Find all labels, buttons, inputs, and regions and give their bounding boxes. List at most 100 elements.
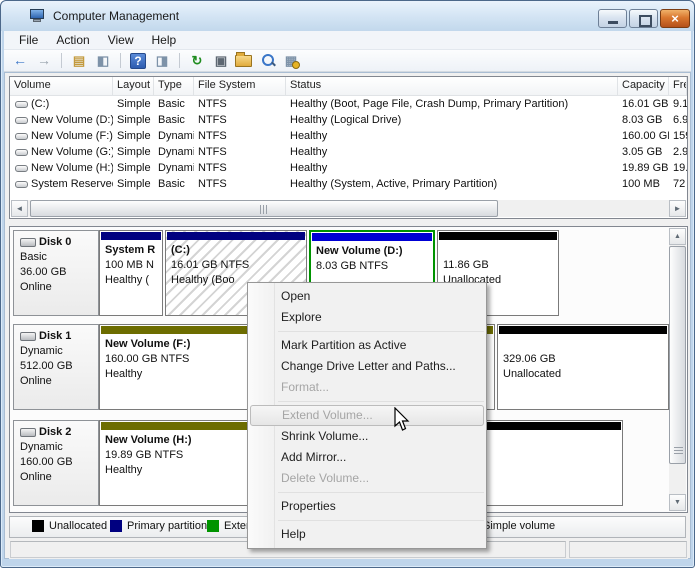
volume-row-f[interactable]: New Volume (F:) Simple Dynamic NTFS Heal… <box>10 128 687 144</box>
volume-type: Dynamic <box>154 162 194 174</box>
unallocated-bar <box>499 326 667 334</box>
vertical-scrollbar[interactable]: ▲ ▼ <box>669 228 686 511</box>
volume-free: 9.19 <box>669 98 687 110</box>
scroll-down-icon[interactable]: ▼ <box>669 494 686 511</box>
unallocated-bar <box>439 232 557 240</box>
volume-capacity: 3.05 GB <box>618 146 669 158</box>
menu-item-add-mirror[interactable]: Add Mirror... <box>248 447 486 468</box>
minimize-button[interactable] <box>598 9 627 28</box>
vertical-scrollbar-thumb[interactable] <box>669 246 686 464</box>
column-header-type[interactable]: Type <box>154 77 194 95</box>
menu-item-extend-volume[interactable]: Extend Volume... <box>250 405 484 426</box>
menu-item-explore[interactable]: Explore <box>248 307 486 328</box>
volume-status: Healthy (Logical Drive) <box>286 114 618 126</box>
volume-fs: NTFS <box>194 178 286 190</box>
volume-free: 19.78 <box>669 162 687 174</box>
partition-system-reserved[interactable]: System R100 MB NHealthy ( <box>99 230 163 316</box>
menu-item-open[interactable]: Open <box>248 286 486 307</box>
column-header-volume[interactable]: Volume <box>10 77 113 95</box>
column-header-layout[interactable]: Layout <box>113 77 154 95</box>
volume-type: Basic <box>154 178 194 190</box>
menu-item-properties[interactable]: Properties <box>248 496 486 517</box>
close-button[interactable]: × <box>660 9 690 28</box>
column-header-free[interactable]: Free <box>669 77 687 95</box>
scroll-right-icon[interactable]: ► <box>669 200 686 217</box>
volume-icon <box>15 101 28 108</box>
menu-item-shrink-volume[interactable]: Shrink Volume... <box>248 426 486 447</box>
menu-help[interactable]: Help <box>143 31 186 49</box>
forward-icon[interactable]: → <box>34 52 54 70</box>
column-header-capacity[interactable]: Capacity <box>618 77 669 95</box>
volume-layout: Simple <box>113 178 154 190</box>
title-bar[interactable]: Computer Management × <box>1 1 694 31</box>
menu-item-mark-partition-active[interactable]: Mark Partition as Active <box>248 335 486 356</box>
partition-new-volume-h[interactable]: New Volume (H:)19.89 GB NTFSHealthy <box>99 420 251 506</box>
help-icon[interactable]: ? <box>130 53 146 69</box>
legend-label: Simple volume <box>483 520 555 532</box>
logical-drive-bar <box>312 233 432 241</box>
volume-capacity: 19.89 GB <box>618 162 669 174</box>
volume-status: Healthy <box>286 162 618 174</box>
legend-primary-partition: Primary partition <box>110 520 207 532</box>
disk-icon <box>20 238 36 247</box>
column-header-file-system[interactable]: File System <box>194 77 286 95</box>
volume-name: New Volume (D:) <box>31 114 113 126</box>
volume-icon <box>15 133 28 140</box>
volume-type: Basic <box>154 98 194 110</box>
scroll-left-icon[interactable]: ◄ <box>11 200 28 217</box>
disk-0-label[interactable]: Disk 0 Basic 36.00 GB Online <box>13 230 99 316</box>
menu-item-help[interactable]: Help <box>248 524 486 545</box>
window-title: Computer Management <box>53 9 179 23</box>
menu-item-change-drive-letter[interactable]: Change Drive Letter and Paths... <box>248 356 486 377</box>
volume-row-h[interactable]: New Volume (H:) Simple Dynamic NTFS Heal… <box>10 160 687 176</box>
volume-row-g[interactable]: New Volume (G:) Simple Dynamic NTFS Heal… <box>10 144 687 160</box>
show-hide-pane-icon[interactable]: ◧ <box>93 52 113 70</box>
menu-action[interactable]: Action <box>47 31 98 49</box>
volume-row-system-reserved[interactable]: System Reserved (E:) Simple Basic NTFS H… <box>10 176 687 192</box>
volume-row-d[interactable]: New Volume (D:) Simple Basic NTFS Health… <box>10 112 687 128</box>
menu-view[interactable]: View <box>99 31 143 49</box>
primary-partition-swatch <box>110 520 122 532</box>
menu-separator <box>278 492 484 493</box>
mouse-cursor-icon <box>394 407 411 437</box>
menu-separator <box>278 401 484 402</box>
horizontal-scrollbar[interactable]: ◄ ► <box>11 200 686 217</box>
volume-name: System Reserved (E:) <box>31 178 113 190</box>
search-icon[interactable] <box>259 52 277 70</box>
menu-item-format[interactable]: Format... <box>248 377 486 398</box>
disk-1-label[interactable]: Disk 1 Dynamic 512.00 GB Online <box>13 324 99 410</box>
back-icon[interactable]: ← <box>10 52 30 70</box>
volume-capacity: 160.00 GB <box>618 130 669 142</box>
volume-free: 72 M <box>669 178 687 190</box>
disk-icon <box>20 332 36 341</box>
column-header-status[interactable]: Status <box>286 77 618 95</box>
rescan-disks-icon[interactable]: ▣ <box>211 52 231 70</box>
open-folder-icon[interactable] <box>235 52 255 70</box>
volume-free: 2.96 <box>669 146 687 158</box>
volume-fs: NTFS <box>194 130 286 142</box>
context-menu: Open Explore Mark Partition as Active Ch… <box>247 282 487 549</box>
volume-capacity: 8.03 GB <box>618 114 669 126</box>
refresh-icon[interactable]: ↻ <box>187 52 207 70</box>
disk-name: Disk 0 <box>39 235 71 250</box>
disk-status: Online <box>20 374 98 389</box>
volume-list-header: Volume Layout Type File System Status Ca… <box>10 77 687 96</box>
volume-layout: Simple <box>113 146 154 158</box>
volume-layout: Simple <box>113 114 154 126</box>
maximize-button[interactable] <box>629 9 658 28</box>
disk-type: Dynamic <box>20 440 98 455</box>
settings-icon[interactable]: ▦ <box>281 52 301 70</box>
unallocated-region-disk1[interactable]: 329.06 GBUnallocated <box>497 324 669 410</box>
status-cell <box>569 541 687 558</box>
app-icon <box>30 9 46 23</box>
volume-name: New Volume (H:) <box>31 162 113 174</box>
menu-file[interactable]: File <box>10 31 47 49</box>
action-pane-icon[interactable]: ◨ <box>152 52 172 70</box>
scroll-up-icon[interactable]: ▲ <box>669 228 686 245</box>
volume-type: Basic <box>154 114 194 126</box>
console-tree-icon[interactable]: ▤ <box>69 52 89 70</box>
horizontal-scrollbar-thumb[interactable] <box>30 200 498 217</box>
menu-item-delete-volume[interactable]: Delete Volume... <box>248 468 486 489</box>
volume-row-c[interactable]: (C:) Simple Basic NTFS Healthy (Boot, Pa… <box>10 96 687 112</box>
disk-2-label[interactable]: Disk 2 Dynamic 160.00 GB Online <box>13 420 99 506</box>
